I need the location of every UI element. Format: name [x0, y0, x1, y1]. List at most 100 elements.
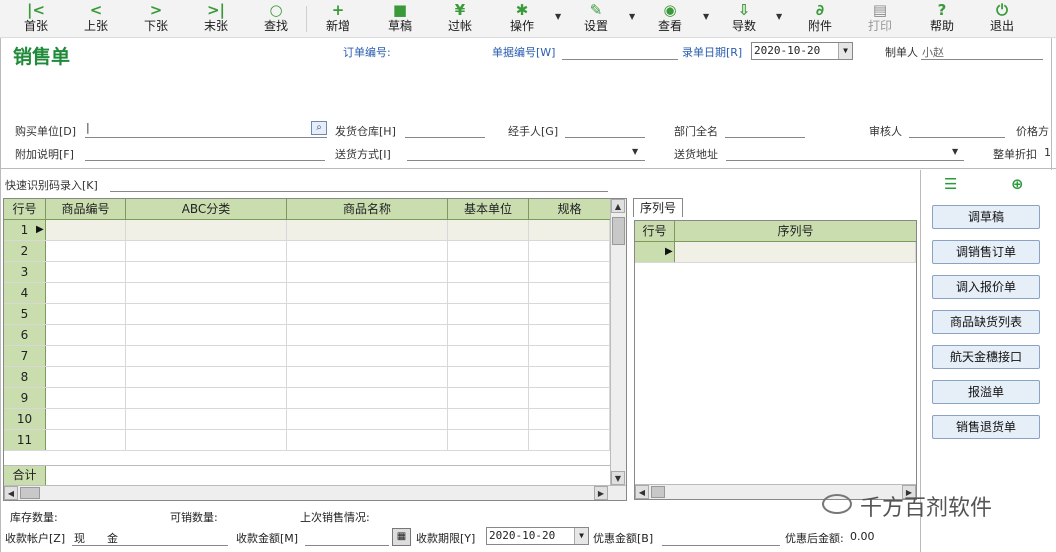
ship-method-select[interactable] [407, 160, 645, 161]
table-row[interactable]: 3 [4, 262, 610, 283]
scroll-up-icon[interactable]: ▲ [611, 199, 625, 213]
table-row[interactable]: 5 [4, 304, 610, 325]
product-grid[interactable]: 行号 商品编号 ABC分类 商品名称 基本单位 规格 1 ▶ 2 3 4 5 6 … [3, 198, 627, 501]
col-header[interactable]: ABC分类 [126, 199, 287, 219]
print-button[interactable]: ▤ 打印 [864, 1, 896, 37]
auditor-field[interactable] [909, 137, 1005, 138]
overflow-report-button[interactable]: 报溢单 [932, 380, 1040, 404]
exit-button[interactable]: ⏻ 退出 [986, 1, 1018, 37]
out-of-stock-list-button[interactable]: 商品缺货列表 [932, 310, 1040, 334]
row-number: 5 [4, 304, 46, 324]
wechat-icon [822, 494, 852, 514]
help-button[interactable]: ? 帮助 [926, 1, 958, 37]
scroll-thumb[interactable] [20, 487, 40, 499]
tab-serial[interactable]: 序列号 [633, 198, 683, 217]
col-header[interactable]: 商品名称 [287, 199, 448, 219]
table-row[interactable]: 10 [4, 409, 610, 430]
serial-grid[interactable]: 行号 序列号 ▶ ◀ ▶ [634, 220, 917, 500]
new-button[interactable]: + 新增 [322, 1, 354, 37]
list-indent-icon[interactable]: ☰ [944, 175, 957, 193]
last-sale-label: 上次销售情况: [300, 511, 370, 524]
draft-button[interactable]: ■ 草稿 [384, 1, 416, 37]
doc-no-field[interactable] [562, 59, 678, 60]
chevron-down-icon[interactable]: ▼ [632, 147, 638, 156]
scroll-thumb[interactable] [651, 486, 665, 498]
last-button[interactable]: >| 末张 [200, 1, 232, 37]
add-circle-icon[interactable]: ⊕ [1011, 175, 1024, 193]
warehouse-field[interactable] [405, 137, 485, 138]
col-header[interactable]: 行号 [635, 221, 675, 241]
load-quote-button[interactable]: 调入报价单 [932, 275, 1040, 299]
dept-field[interactable] [725, 137, 805, 138]
ship-addr-select[interactable] [726, 160, 964, 161]
table-row[interactable]: 1 ▶ [4, 220, 610, 241]
chevron-down-icon[interactable]: ▼ [703, 12, 709, 21]
table-row[interactable]: 4 [4, 283, 610, 304]
table-row[interactable]: ▶ [635, 242, 916, 263]
search-icon: ○ [269, 1, 283, 19]
chevron-down-icon[interactable]: ▼ [776, 12, 782, 21]
chevron-down-icon[interactable]: ▼ [574, 528, 588, 544]
ship-addr-label: 送货地址 [674, 148, 718, 161]
export-button[interactable]: ⇩ 导数 [728, 1, 760, 37]
quick-code-input[interactable] [110, 191, 608, 192]
account-value[interactable]: 现 金 [74, 530, 118, 546]
next-button[interactable]: > 下张 [140, 1, 172, 37]
entry-date-field[interactable]: 2020-10-20 ▼ [751, 42, 853, 60]
table-row[interactable]: 11 [4, 430, 610, 451]
col-header[interactable]: 序列号 [675, 221, 916, 241]
extra-note-label: 附加说明[F] [15, 148, 74, 161]
scroll-thumb[interactable] [612, 217, 625, 245]
sales-return-button[interactable]: 销售退货单 [932, 415, 1040, 439]
chevron-down-icon[interactable]: ▼ [555, 12, 561, 21]
prev-button[interactable]: < 上张 [80, 1, 112, 37]
search-icon[interactable]: ⌕ [311, 121, 327, 135]
scroll-left-icon[interactable]: ◀ [635, 485, 649, 499]
scroll-down-icon[interactable]: ▼ [611, 471, 625, 485]
deadline-field[interactable]: 2020-10-20 ▼ [486, 527, 589, 545]
settings-button[interactable]: ✎ 设置 [580, 1, 612, 37]
load-draft-button[interactable]: 调草稿 [932, 205, 1040, 229]
grid-header: 行号 商品编号 ABC分类 商品名称 基本单位 规格 [4, 199, 610, 220]
discount-amount-field[interactable] [662, 545, 780, 546]
order-no-label: 订单编号: [343, 46, 391, 59]
creator-field[interactable] [921, 59, 1043, 60]
download-icon: ⇩ [737, 1, 751, 19]
find-button[interactable]: ○ 查找 [260, 1, 292, 37]
tax-interface-button[interactable]: 航天金穗接口 [932, 345, 1040, 369]
scroll-left-icon[interactable]: ◀ [4, 486, 18, 500]
buyer-field[interactable] [85, 137, 327, 138]
discount-value[interactable]: 1 [1044, 146, 1051, 159]
col-header[interactable]: 行号 [4, 199, 46, 219]
page-title: 销售单 [13, 46, 71, 68]
table-row[interactable]: 6 [4, 325, 610, 346]
table-row[interactable]: 2 [4, 241, 610, 262]
attachment-button[interactable]: ∂ 附件 [804, 1, 836, 37]
frame-border [0, 38, 1, 552]
extra-note-field[interactable] [85, 160, 325, 161]
table-row[interactable]: 9 [4, 388, 610, 409]
handler-field[interactable] [565, 137, 645, 138]
chevron-down-icon[interactable]: ▼ [952, 147, 958, 156]
chevron-down-icon[interactable]: ▼ [838, 43, 852, 59]
col-header[interactable]: 商品编号 [46, 199, 126, 219]
col-header[interactable]: 规格 [529, 199, 610, 219]
scroll-right-icon[interactable]: ▶ [594, 486, 608, 500]
post-button[interactable]: ¥ 过帐 [444, 1, 476, 37]
horizontal-scrollbar[interactable]: ◀ ▶ [4, 485, 626, 500]
calculator-icon[interactable]: ▦ [392, 528, 411, 546]
table-row[interactable]: 7 [4, 346, 610, 367]
amount-field[interactable] [305, 545, 389, 546]
load-sales-order-button[interactable]: 调销售订单 [932, 240, 1040, 264]
row-number: 7 [4, 346, 46, 366]
frame-border [1051, 38, 1052, 170]
view-button[interactable]: ◉ 查看 [654, 1, 686, 37]
chevron-down-icon[interactable]: ▼ [629, 12, 635, 21]
col-header[interactable]: 基本单位 [448, 199, 529, 219]
first-button[interactable]: |< 首张 [20, 1, 52, 37]
table-row[interactable]: 8 [4, 367, 610, 388]
vertical-scrollbar[interactable]: ▲ ▼ [610, 199, 626, 485]
account-field[interactable] [72, 545, 228, 546]
operate-button[interactable]: ✱ 操作 [506, 1, 538, 37]
ship-method-label: 送货方式[I] [335, 148, 391, 161]
